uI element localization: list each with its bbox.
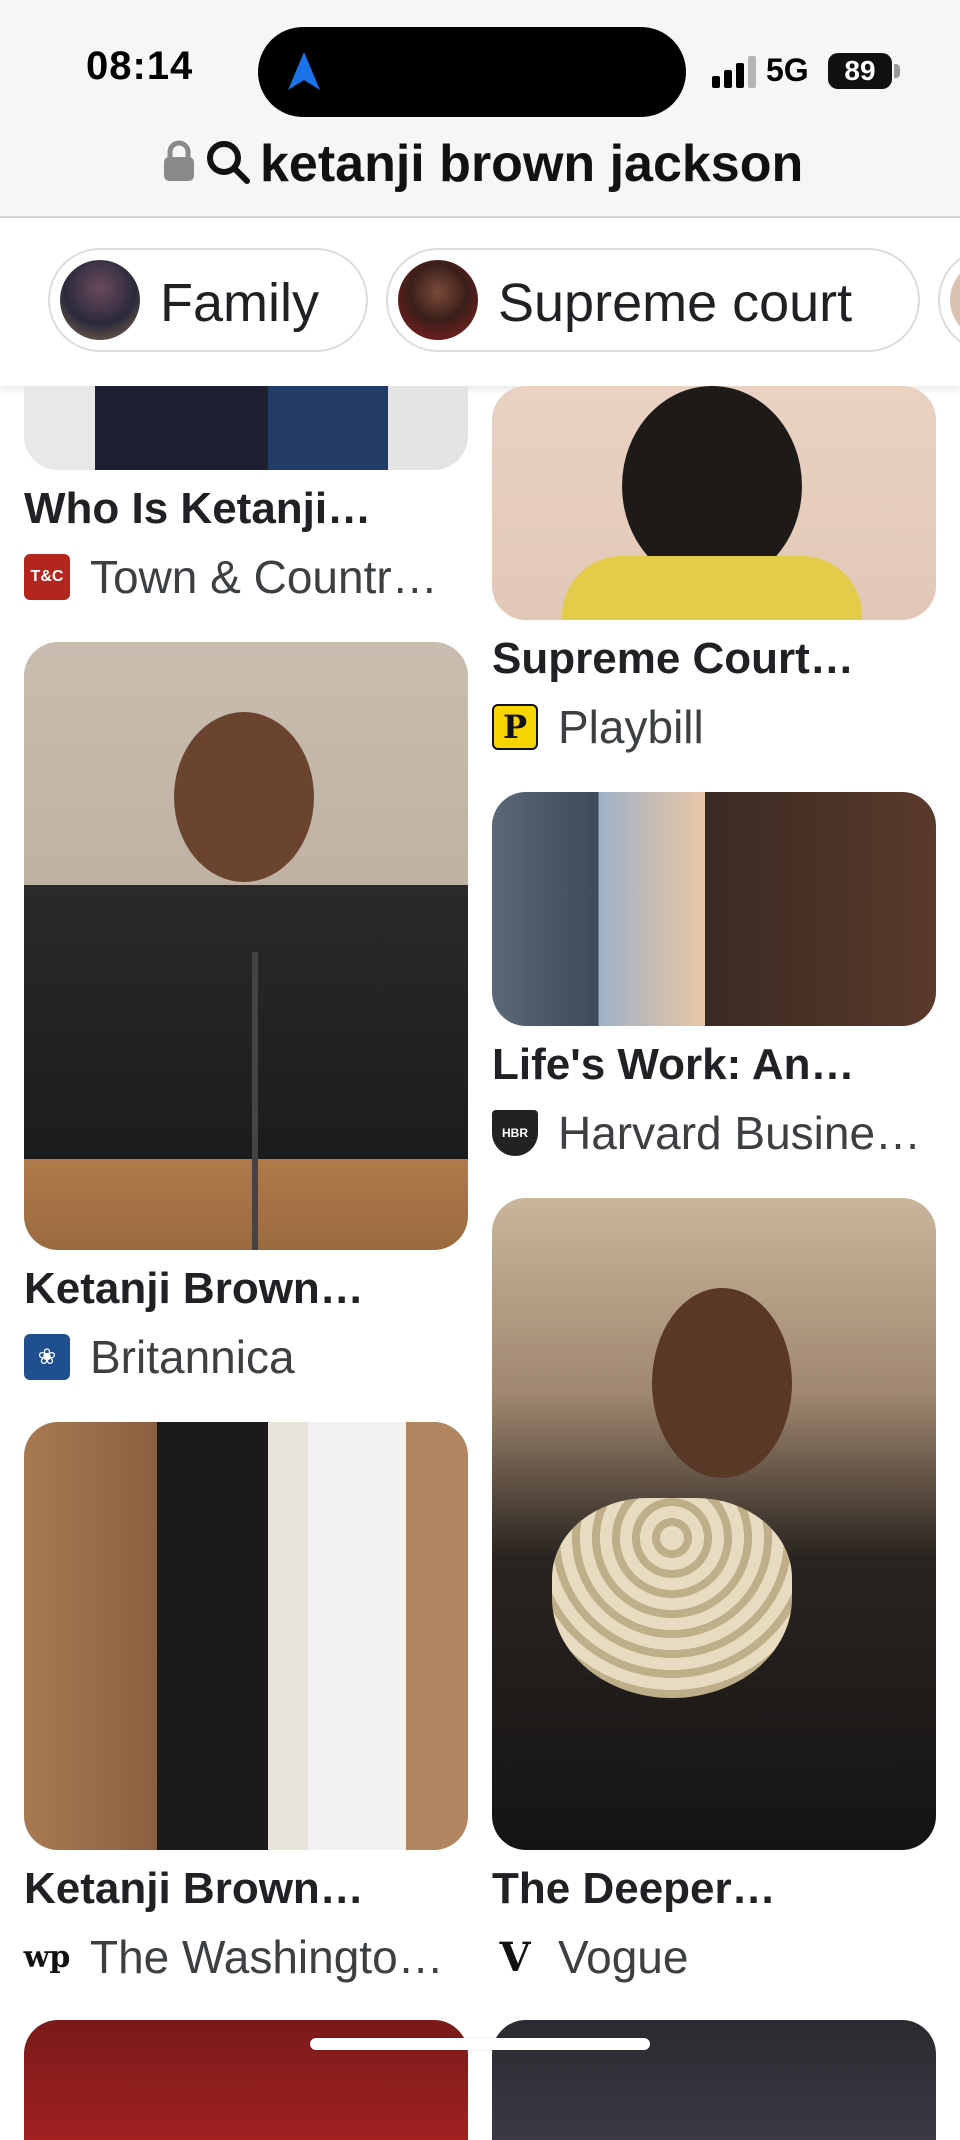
result-title[interactable]: Ketanji Brown… (24, 1864, 364, 1914)
result-title[interactable]: Supreme Court… (492, 634, 854, 684)
portrait-face-shape (652, 1288, 792, 1478)
portrait-jacket-shape (562, 556, 862, 620)
search-icon (207, 141, 250, 184)
chip-supreme-court-thumbnail (398, 260, 478, 340)
result-source: Playbill (558, 701, 704, 753)
result-image-town-country[interactable] (24, 386, 468, 470)
microphone-stand (252, 952, 258, 1250)
result-source: Vogue (558, 1931, 689, 1983)
chip-family[interactable]: Family (48, 248, 368, 352)
battery-indicator: 89 (828, 53, 892, 89)
chip-label: Supreme court (498, 273, 853, 333)
result-title[interactable]: Ketanji Brown… (24, 1264, 364, 1314)
result-source: Town & Countr… (90, 551, 438, 603)
result-source: The Washingto… (90, 1931, 444, 1983)
location-arrow-icon (288, 52, 320, 90)
britannica-favicon-icon: ❀ (24, 1334, 70, 1380)
vogue-favicon-icon: V (492, 1934, 538, 1981)
necklace-shape (552, 1498, 792, 1698)
status-time: 08:14 (86, 44, 194, 88)
harvard-business-favicon-icon: HBR (492, 1110, 538, 1156)
network-type: 5G (766, 52, 809, 88)
result-title[interactable]: The Deeper… (492, 1864, 776, 1914)
chip-more[interactable] (938, 248, 960, 352)
home-indicator[interactable] (310, 2038, 650, 2050)
result-image-playbill[interactable] (492, 386, 936, 620)
chip-label: Family (160, 273, 319, 333)
chip-family-thumbnail (60, 260, 140, 340)
town-country-favicon-icon: T&C (24, 554, 70, 600)
judge-face-shape (174, 712, 314, 882)
result-image-washington-post[interactable] (24, 1422, 468, 1850)
cellular-signal-icon (712, 56, 756, 88)
result-title[interactable]: Who Is Ketanji… (24, 484, 371, 534)
result-source: Britannica (90, 1331, 295, 1383)
battery-tip (894, 64, 900, 78)
result-source: Harvard Busine… (558, 1107, 922, 1159)
result-image-harvard-business[interactable] (492, 792, 936, 1026)
related-chips-row: Family Supreme court (0, 218, 960, 386)
chip-supreme-court[interactable]: Supreme court (386, 248, 920, 352)
lock-icon (164, 140, 194, 181)
washington-post-favicon-icon: wp (24, 1934, 70, 1980)
chip-more-thumbnail (950, 260, 960, 340)
result-image-britannica[interactable] (24, 642, 468, 1250)
dynamic-island (258, 27, 686, 117)
result-title[interactable]: Life's Work: An… (492, 1040, 854, 1090)
playbill-favicon-icon: P (492, 704, 538, 750)
status-bar: 08:14 5G 89 (0, 0, 960, 132)
search-query[interactable]: ketanji brown jackson (260, 132, 803, 196)
result-image-vogue[interactable] (492, 1198, 936, 1850)
